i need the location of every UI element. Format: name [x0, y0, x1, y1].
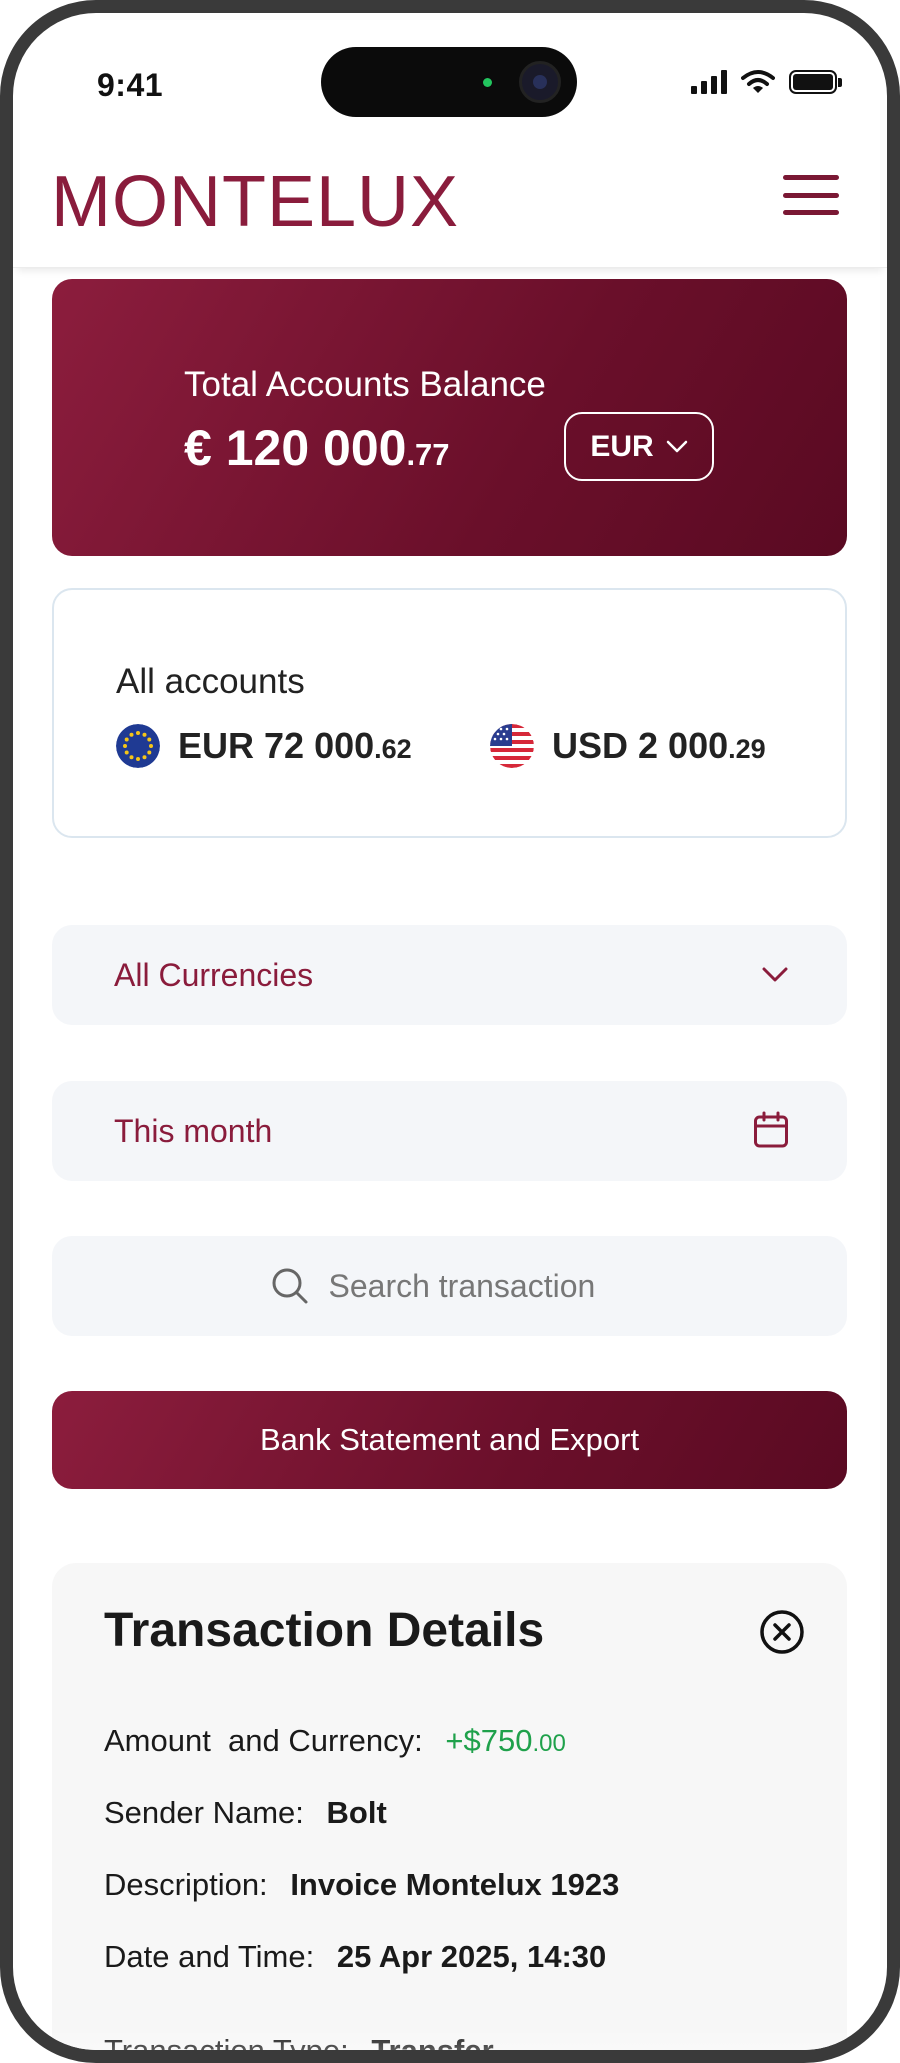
app-header: MONTELUX: [13, 143, 887, 268]
indicator-dot: [483, 78, 492, 87]
chevron-down-icon: [762, 967, 788, 982]
status-bar: 9:41: [13, 13, 887, 143]
eu-flag-icon: [116, 724, 160, 768]
search-bar[interactable]: [52, 1236, 847, 1336]
menu-icon-line: [783, 210, 839, 215]
detail-row-amount: Amount and Currency: +$750.00: [104, 1723, 566, 1759]
period-filter-picker[interactable]: This month: [52, 1081, 847, 1181]
transaction-details-title: Transaction Details: [104, 1604, 545, 1657]
balance-amount-cents: .77: [406, 437, 450, 472]
period-filter-label: This month: [114, 1113, 273, 1149]
detail-value: 25 Apr 2025, 14:30: [336, 1939, 607, 1974]
detail-amount-value: +$750.00: [445, 1723, 566, 1758]
battery-icon: [789, 70, 842, 94]
balance-amount-main: € 120 000: [184, 420, 407, 476]
menu-icon-line: [783, 192, 839, 198]
status-icons: [691, 69, 842, 95]
camera-icon: [519, 61, 561, 103]
transaction-details-panel: Transaction Details Amount and Currency:…: [52, 1563, 847, 2063]
brand-logo[interactable]: MONTELUX: [51, 161, 459, 243]
detail-key: Date and Time:: [104, 1939, 315, 1974]
detail-row-sender: Sender Name: Bolt: [104, 1795, 387, 1831]
menu-button[interactable]: [783, 171, 839, 219]
phone-frame: 9:41 MONTELUX Total Accounts Balance € 1…: [0, 0, 900, 2063]
menu-icon-line: [783, 175, 839, 180]
currency-filter-dropdown[interactable]: All Currencies: [52, 925, 847, 1025]
account-usd-amount: USD 2 000.29: [552, 725, 766, 766]
account-eur[interactable]: EUR 72 000.62: [116, 724, 412, 768]
detail-key: Description:: [104, 1867, 268, 1902]
search-icon: [272, 1268, 307, 1304]
detail-key: Sender Name:: [104, 1795, 304, 1830]
us-flag-icon: [490, 724, 534, 768]
wifi-icon: [741, 70, 775, 93]
balance-label: Total Accounts Balance: [184, 365, 546, 404]
calendar-icon: [754, 1111, 788, 1148]
currency-filter-label: All Currencies: [114, 957, 314, 993]
total-balance-card: Total Accounts Balance € 120 000.77 EUR: [52, 279, 847, 556]
accounts-title: All accounts: [116, 662, 305, 701]
bank-statement-export-button[interactable]: Bank Statement and Export: [52, 1391, 847, 1489]
detail-key: Transaction Type:: [104, 2033, 349, 2063]
balance-amount: € 120 000.77: [184, 419, 450, 477]
dynamic-island: [321, 47, 577, 117]
detail-row-datetime: Date and Time: 25 Apr 2025, 14:30: [104, 1939, 606, 1975]
detail-value: Invoice Montelux 1923: [290, 1867, 620, 1902]
currency-selector-button[interactable]: EUR: [564, 412, 714, 481]
accounts-card: All accounts EUR 72 000.62 USD 2 000.29: [52, 588, 847, 838]
account-usd[interactable]: USD 2 000.29: [490, 724, 766, 768]
detail-value: Transfer: [371, 2033, 494, 2063]
currency-selector-label: EUR: [590, 429, 654, 463]
account-eur-amount: EUR 72 000.62: [178, 725, 412, 766]
detail-row-description: Description: Invoice Montelux 1923: [104, 1867, 619, 1903]
detail-row-type: Transaction Type: Transfer: [104, 2033, 494, 2063]
signal-icon: [691, 70, 727, 94]
search-input[interactable]: [328, 1267, 629, 1305]
status-time: 9:41: [97, 67, 164, 103]
detail-key: Amount and Currency:: [104, 1723, 423, 1758]
close-icon[interactable]: [759, 1609, 805, 1655]
chevron-down-icon: [666, 440, 687, 452]
detail-value: Bolt: [326, 1795, 387, 1830]
